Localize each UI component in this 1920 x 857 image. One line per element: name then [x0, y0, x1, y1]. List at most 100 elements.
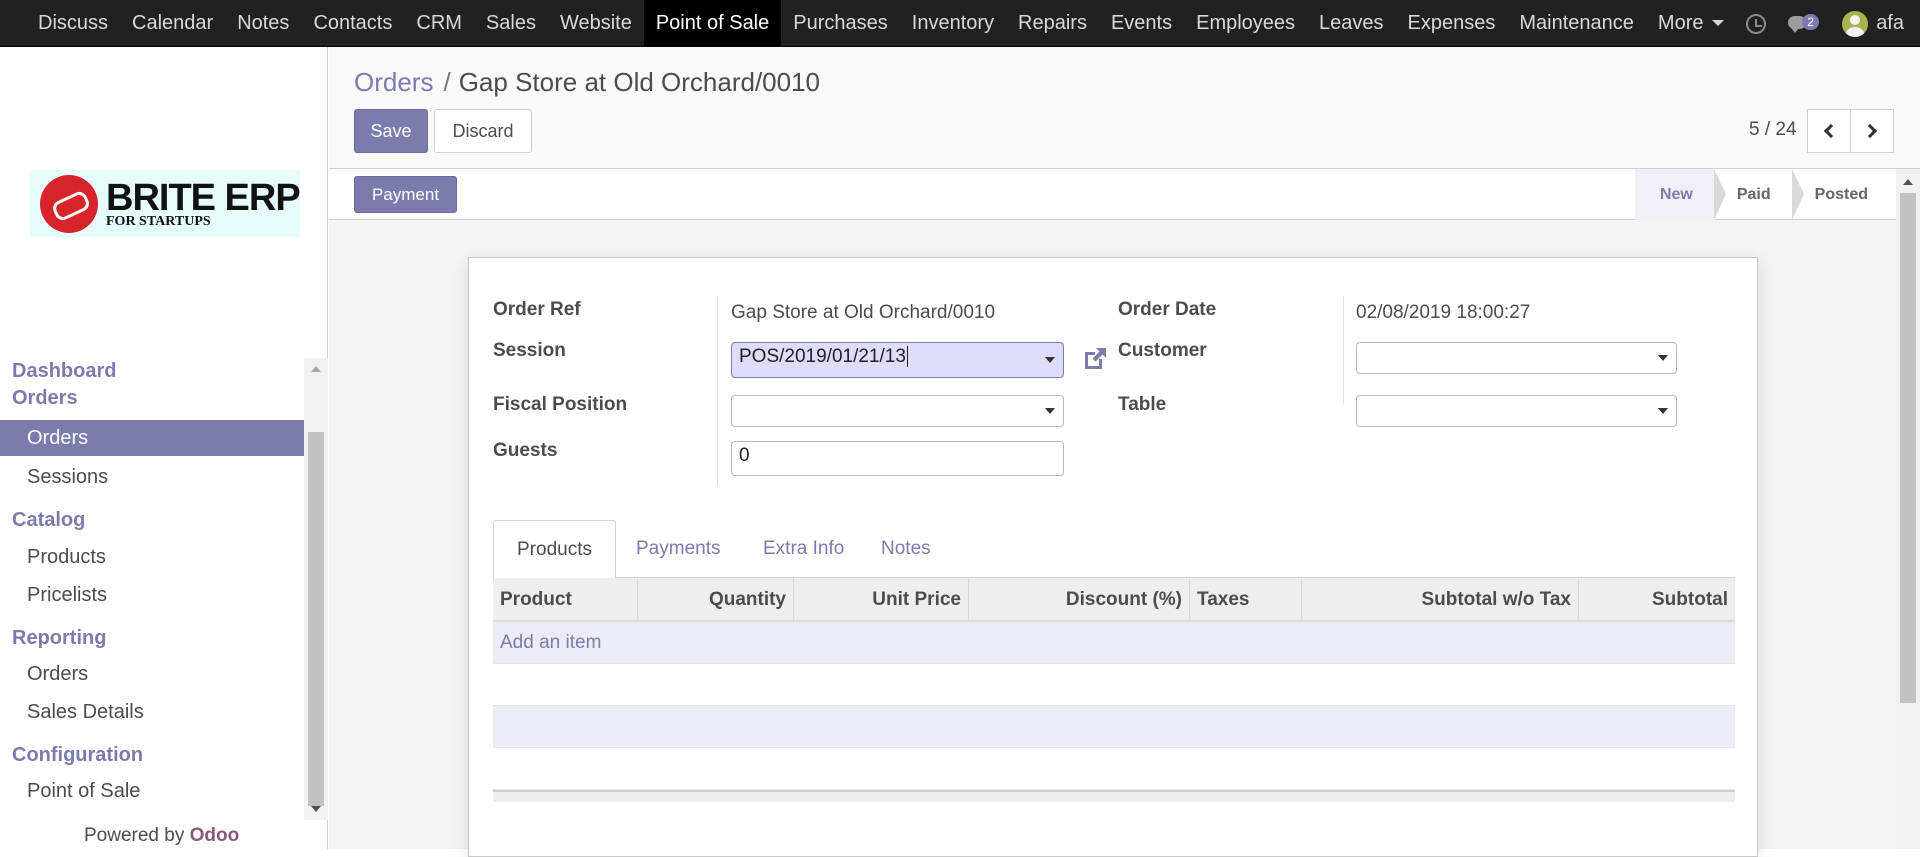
- column-quantity[interactable]: Quantity: [638, 578, 794, 622]
- breadcrumb-current: Gap Store at Old Orchard/0010: [458, 67, 821, 97]
- sidebar: BRITE ERP FOR STARTUPS Dashboard Orders …: [0, 47, 328, 849]
- app-contacts[interactable]: Contacts: [301, 0, 404, 46]
- breadcrumb-orders-link[interactable]: Orders: [354, 67, 433, 97]
- sidebar-section-dashboard[interactable]: Dashboard: [0, 358, 304, 385]
- app-purchases[interactable]: Purchases: [781, 0, 900, 46]
- app-repairs[interactable]: Repairs: [1006, 0, 1099, 46]
- app-website[interactable]: Website: [548, 0, 644, 46]
- stage-new[interactable]: New: [1634, 169, 1715, 220]
- form-sheet: Order Ref Gap Store at Old Orchard/0010 …: [468, 257, 1758, 857]
- logo-mark-icon: [40, 174, 98, 233]
- sidebar-item-reporting-orders[interactable]: Orders: [0, 656, 304, 692]
- session-dropdown-icon[interactable]: [1045, 357, 1055, 363]
- sidebar-item-products[interactable]: Products: [0, 539, 304, 575]
- external-link-icon[interactable]: [1081, 345, 1109, 373]
- stage-posted[interactable]: Posted: [1791, 169, 1896, 220]
- customer-field[interactable]: [1356, 342, 1677, 374]
- app-sales[interactable]: Sales: [474, 0, 548, 46]
- save-button[interactable]: Save: [354, 109, 428, 153]
- app-expenses[interactable]: Expenses: [1396, 0, 1508, 46]
- order-date-value: 02/08/2019 18:00:27: [1356, 302, 1531, 323]
- activity-clock-icon[interactable]: [1746, 13, 1767, 34]
- scroll-down-icon[interactable]: [311, 806, 321, 812]
- column-subtotal-wo-tax[interactable]: Subtotal w/o Tax: [1302, 578, 1579, 622]
- app-maintenance[interactable]: Maintenance: [1507, 0, 1646, 46]
- sidebar-section-configuration[interactable]: Configuration: [0, 742, 304, 769]
- pager-value[interactable]: 5 / 24: [1749, 119, 1797, 141]
- scrollbar-thumb[interactable]: [1900, 193, 1916, 703]
- scroll-up-icon[interactable]: [1903, 179, 1913, 185]
- guests-input[interactable]: 0: [731, 441, 1064, 476]
- tab-extra-info[interactable]: Extra Info: [740, 520, 867, 578]
- sidebar-item-point-of-sale[interactable]: Point of Sale: [0, 773, 304, 809]
- pager-previous-button[interactable]: [1807, 109, 1851, 153]
- app-crm[interactable]: CRM: [404, 0, 474, 46]
- app-notes[interactable]: Notes: [225, 0, 301, 46]
- sidebar-item-pricelists[interactable]: Pricelists: [0, 577, 304, 613]
- app-point-of-sale[interactable]: Point of Sale: [643, 0, 782, 46]
- chevron-right-icon: [1862, 123, 1878, 139]
- session-field[interactable]: POS/2019/01/21/13: [731, 342, 1064, 378]
- pager-next-button[interactable]: [1850, 109, 1894, 153]
- table-dropdown-icon[interactable]: [1658, 408, 1668, 414]
- sidebar-section-orders[interactable]: Orders: [0, 385, 304, 412]
- add-item-link[interactable]: Add an item: [493, 622, 1735, 664]
- order-ref-value: Gap Store at Old Orchard/0010: [731, 302, 996, 323]
- tab-notes[interactable]: Notes: [858, 520, 954, 578]
- fiscal-position-field[interactable]: [731, 395, 1064, 427]
- sidebar-item-sales-details[interactable]: Sales Details: [0, 694, 304, 730]
- app-discuss[interactable]: Discuss: [26, 0, 120, 46]
- sidebar-scrollbar[interactable]: [304, 358, 328, 820]
- sidebar-item-sessions[interactable]: Sessions: [0, 459, 304, 495]
- odoo-link[interactable]: Odoo: [190, 825, 240, 846]
- column-product[interactable]: Product: [493, 578, 638, 622]
- stage-paid[interactable]: Paid: [1713, 169, 1793, 220]
- order-lines-table: Product Quantity Unit Price Discount (%)…: [493, 578, 1735, 802]
- discard-button[interactable]: Discard: [434, 109, 532, 153]
- more-menu[interactable]: More: [1646, 0, 1736, 46]
- company-logo: BRITE ERP FOR STARTUPS: [30, 170, 301, 237]
- main-scrollbar[interactable]: [1896, 169, 1920, 849]
- column-taxes[interactable]: Taxes: [1190, 578, 1302, 622]
- app-events[interactable]: Events: [1099, 0, 1184, 46]
- breadcrumb-separator: /: [443, 67, 451, 97]
- table-field[interactable]: [1356, 395, 1677, 427]
- fiscal-position-dropdown-icon[interactable]: [1045, 408, 1055, 414]
- customer-label: Customer: [1118, 340, 1207, 361]
- app-leaves[interactable]: Leaves: [1307, 0, 1396, 46]
- sidebar-section-catalog[interactable]: Catalog: [0, 507, 304, 534]
- column-unit-price[interactable]: Unit Price: [794, 578, 969, 622]
- user-menu[interactable]: afa: [1842, 10, 1904, 37]
- chevron-left-icon: [1823, 123, 1839, 139]
- table-footer: [493, 790, 1735, 802]
- table-row: Add an item: [493, 622, 1735, 664]
- systray: 2 afa: [1746, 0, 1920, 47]
- sidebar-item-orders[interactable]: Orders: [0, 420, 304, 456]
- app-employees[interactable]: Employees: [1184, 0, 1307, 46]
- customer-dropdown-icon[interactable]: [1658, 355, 1668, 361]
- scroll-up-icon[interactable]: [311, 366, 321, 372]
- scrollbar-thumb[interactable]: [308, 432, 324, 806]
- tab-payments[interactable]: Payments: [613, 520, 743, 578]
- powered-by: Powered by Odoo: [84, 825, 239, 847]
- column-subtotal[interactable]: Subtotal: [1579, 578, 1735, 622]
- app-calendar[interactable]: Calendar: [120, 0, 225, 46]
- table-header: Product Quantity Unit Price Discount (%)…: [493, 578, 1735, 622]
- app-inventory[interactable]: Inventory: [900, 0, 1006, 46]
- app-menu: Discuss Calendar Notes Contacts CRM Sale…: [0, 0, 1736, 46]
- table-row: [493, 664, 1735, 706]
- sidebar-menu: Dashboard Orders Orders Sessions Catalog…: [0, 358, 304, 820]
- messaging-menu[interactable]: 2: [1788, 13, 1820, 35]
- session-label: Session: [493, 340, 566, 361]
- column-discount[interactable]: Discount (%): [969, 578, 1190, 622]
- avatar: [1842, 10, 1869, 37]
- fiscal-position-label: Fiscal Position: [493, 394, 628, 415]
- tab-products[interactable]: Products: [493, 520, 616, 579]
- breadcrumb: Orders / Gap Store at Old Orchard/0010: [354, 67, 820, 98]
- left-group-separator: [717, 296, 718, 486]
- table-row: [493, 748, 1735, 790]
- sidebar-section-reporting[interactable]: Reporting: [0, 625, 304, 652]
- status-stages: New Paid Posted: [1634, 169, 1896, 220]
- payment-button[interactable]: Payment: [354, 176, 457, 213]
- order-ref-label: Order Ref: [493, 299, 581, 320]
